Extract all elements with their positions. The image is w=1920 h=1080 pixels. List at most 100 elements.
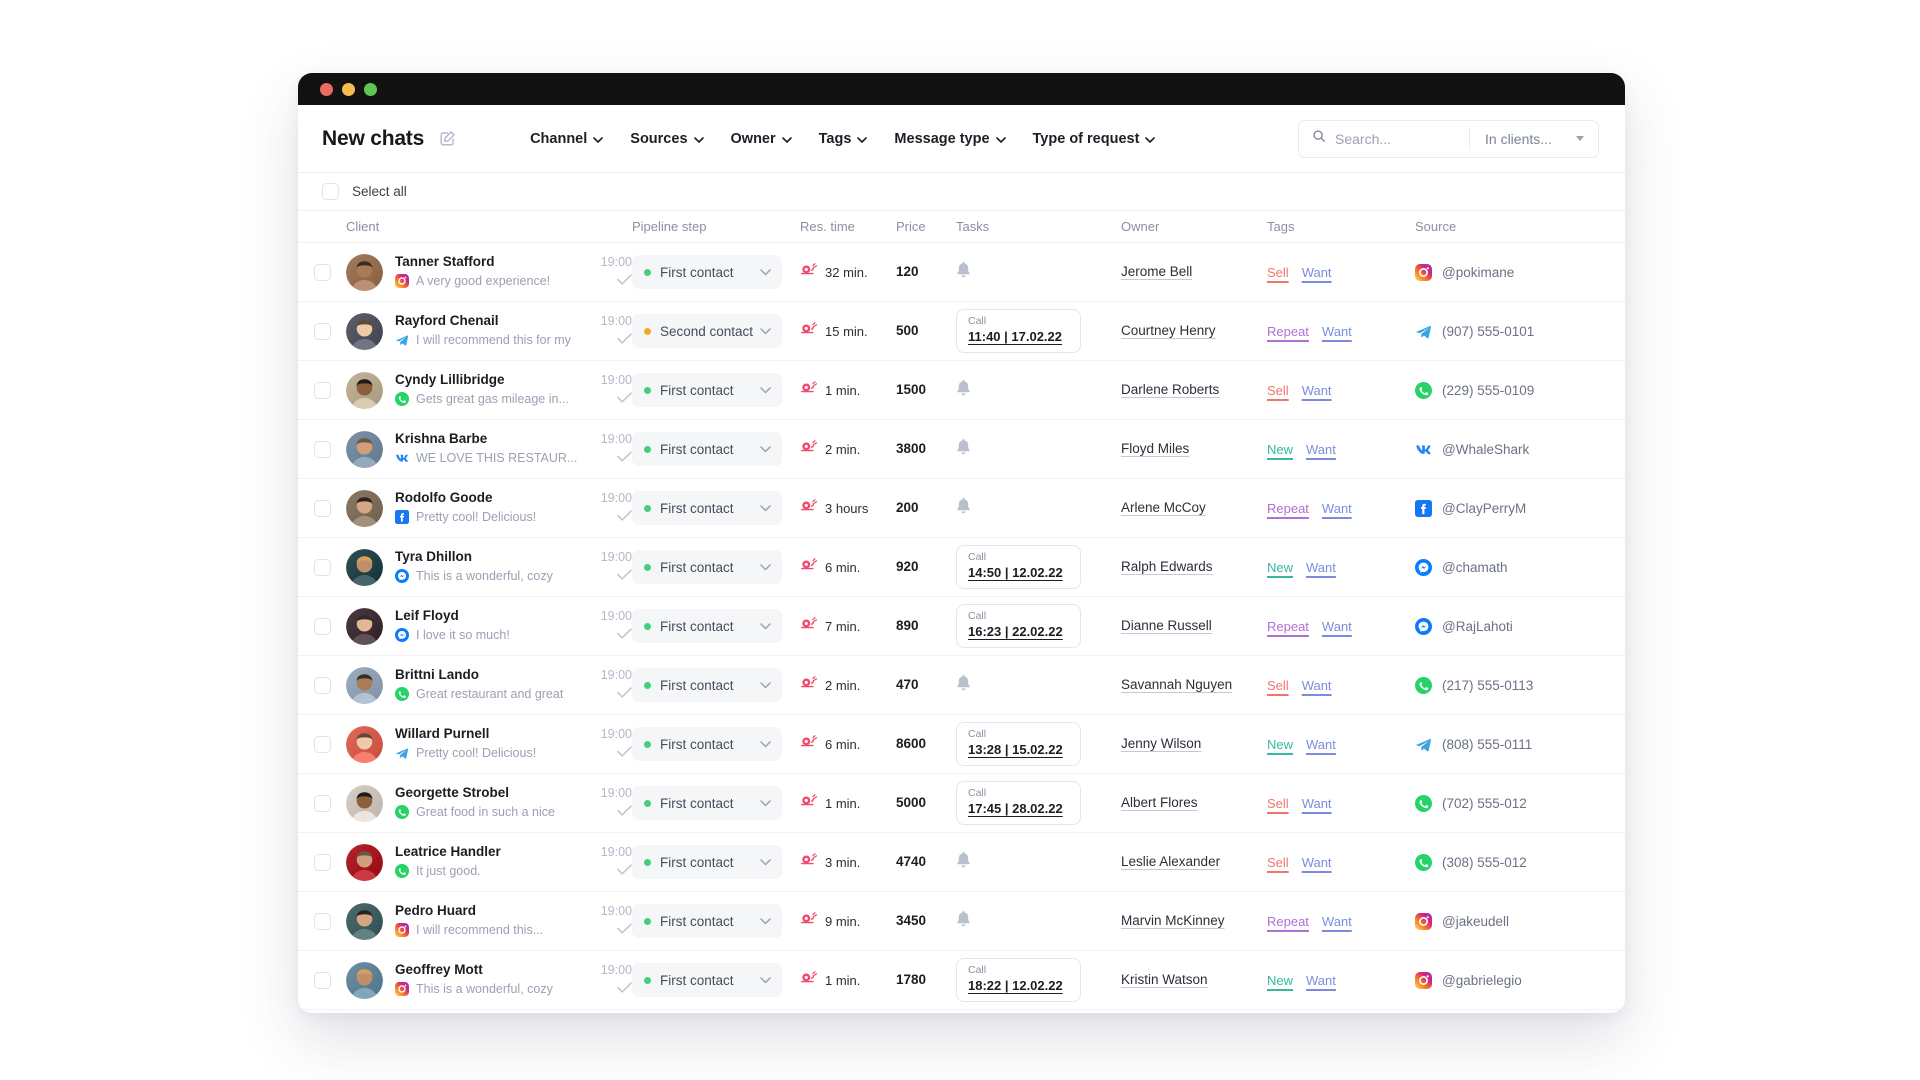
table-row[interactable]: Rayford Chenail 19:00 I will recommend t… (298, 302, 1625, 361)
row-checkbox[interactable] (314, 264, 331, 281)
pipeline-step-select[interactable]: First contact (632, 609, 782, 643)
source-handle[interactable]: (808) 555-0111 (1442, 737, 1532, 752)
row-checkbox[interactable] (314, 795, 331, 812)
owner-name[interactable]: Darlene Roberts (1121, 382, 1219, 397)
owner-name[interactable]: Jenny Wilson (1121, 736, 1201, 751)
window-minimize-button[interactable] (342, 83, 355, 96)
tag-sell[interactable]: Sell (1267, 855, 1289, 870)
pipeline-step-select[interactable]: First contact (632, 845, 782, 879)
tag-want[interactable]: Want (1306, 973, 1336, 988)
pipeline-step-select[interactable]: First contact (632, 668, 782, 702)
bell-icon[interactable] (956, 261, 971, 278)
owner-name[interactable]: Courtney Henry (1121, 323, 1216, 338)
source-handle[interactable]: @WhaleShark (1442, 442, 1529, 457)
row-checkbox[interactable] (314, 736, 331, 753)
tag-new[interactable]: New (1267, 442, 1293, 457)
table-row[interactable]: Willard Purnell 19:00 Pretty cool! Delic… (298, 715, 1625, 774)
bell-icon[interactable] (956, 379, 971, 396)
table-row[interactable]: Tanner Stafford 19:00 A very good experi… (298, 243, 1625, 302)
filter-sources[interactable]: Sources (630, 131, 703, 147)
source-handle[interactable]: @pokimane (1442, 265, 1514, 280)
tag-want[interactable]: Want (1322, 324, 1352, 339)
owner-name[interactable]: Dianne Russell (1121, 618, 1212, 633)
source-handle[interactable]: @gabrielegio (1442, 973, 1522, 988)
task-card[interactable]: Call 13:28 | 15.02.22 (956, 722, 1081, 766)
pipeline-step-select[interactable]: First contact (632, 786, 782, 820)
window-close-button[interactable] (320, 83, 333, 96)
owner-name[interactable]: Jerome Bell (1121, 264, 1192, 279)
owner-name[interactable]: Arlene McCoy (1121, 500, 1206, 515)
task-card[interactable]: Call 14:50 | 12.02.22 (956, 545, 1081, 589)
tag-sell[interactable]: Sell (1267, 678, 1289, 693)
task-card[interactable]: Call 18:22 | 12.02.22 (956, 958, 1081, 1002)
tag-want[interactable]: Want (1302, 383, 1332, 398)
table-row[interactable]: Cyndy Lillibridge 19:00 Gets great gas m… (298, 361, 1625, 420)
pipeline-step-select[interactable]: First contact (632, 963, 782, 997)
tag-want[interactable]: Want (1302, 265, 1332, 280)
tag-want[interactable]: Want (1306, 560, 1336, 575)
pipeline-step-select[interactable]: First contact (632, 432, 782, 466)
tag-want[interactable]: Want (1302, 678, 1332, 693)
table-row[interactable]: Pedro Huard 19:00 I will recommend this.… (298, 892, 1625, 951)
pipeline-step-select[interactable]: First contact (632, 255, 782, 289)
tag-want[interactable]: Want (1306, 737, 1336, 752)
pipeline-step-select[interactable]: Second contact (632, 314, 782, 348)
pipeline-step-select[interactable]: First contact (632, 491, 782, 525)
pipeline-step-select[interactable]: First contact (632, 550, 782, 584)
table-row[interactable]: Geoffrey Mott 19:00 This is a wonderful,… (298, 951, 1625, 1010)
bell-icon[interactable] (956, 674, 971, 691)
row-checkbox[interactable] (314, 382, 331, 399)
row-checkbox[interactable] (314, 913, 331, 930)
filter-message-type[interactable]: Message type (894, 131, 1005, 147)
row-checkbox[interactable] (314, 854, 331, 871)
tag-want[interactable]: Want (1306, 442, 1336, 457)
source-handle[interactable]: @chamath (1442, 560, 1507, 575)
compose-icon[interactable] (437, 128, 458, 149)
tag-want[interactable]: Want (1322, 914, 1352, 929)
source-handle[interactable]: (308) 555-012 (1442, 855, 1527, 870)
task-card[interactable]: Call 17:45 | 28.02.22 (956, 781, 1081, 825)
filter-channel[interactable]: Channel (530, 131, 603, 147)
table-row[interactable]: Georgette Strobel 19:00 Great food in su… (298, 774, 1625, 833)
bell-icon[interactable] (956, 851, 971, 868)
filter-tags[interactable]: Tags (819, 131, 868, 147)
source-handle[interactable]: (702) 555-012 (1442, 796, 1527, 811)
pipeline-step-select[interactable]: First contact (632, 904, 782, 938)
row-checkbox[interactable] (314, 677, 331, 694)
row-checkbox[interactable] (314, 972, 331, 989)
row-checkbox[interactable] (314, 559, 331, 576)
pipeline-step-select[interactable]: First contact (632, 373, 782, 407)
table-row[interactable]: Krishna Barbe 19:00 WE LOVE THIS RESTAUR… (298, 420, 1625, 479)
tag-want[interactable]: Want (1302, 796, 1332, 811)
table-row[interactable]: Rodolfo Goode 19:00 Pretty cool! Delicio… (298, 479, 1625, 538)
tag-repeat[interactable]: Repeat (1267, 914, 1309, 929)
search-input[interactable]: Search... (1299, 121, 1469, 157)
owner-name[interactable]: Albert Flores (1121, 795, 1198, 810)
row-checkbox[interactable] (314, 618, 331, 635)
search-scope-select[interactable]: In clients... (1470, 121, 1598, 157)
tag-want[interactable]: Want (1302, 855, 1332, 870)
tag-repeat[interactable]: Repeat (1267, 619, 1309, 634)
tag-new[interactable]: New (1267, 560, 1293, 575)
window-maximize-button[interactable] (364, 83, 377, 96)
source-handle[interactable]: @ClayPerryM (1442, 501, 1526, 516)
filter-type-of-request[interactable]: Type of request (1033, 131, 1156, 147)
table-row[interactable]: Tyra Dhillon 19:00 This is a wonderful, … (298, 538, 1625, 597)
tag-repeat[interactable]: Repeat (1267, 501, 1309, 516)
tag-new[interactable]: New (1267, 737, 1293, 752)
task-card[interactable]: Call 16:23 | 22.02.22 (956, 604, 1081, 648)
table-row[interactable]: Leif Floyd 19:00 I love it so much! Firs… (298, 597, 1625, 656)
source-handle[interactable]: @jakeudell (1442, 914, 1509, 929)
pipeline-step-select[interactable]: First contact (632, 727, 782, 761)
owner-name[interactable]: Savannah Nguyen (1121, 677, 1232, 692)
select-all-checkbox[interactable] (322, 183, 339, 200)
owner-name[interactable]: Ralph Edwards (1121, 559, 1213, 574)
row-checkbox[interactable] (314, 441, 331, 458)
tag-sell[interactable]: Sell (1267, 383, 1289, 398)
source-handle[interactable]: (907) 555-0101 (1442, 324, 1534, 339)
owner-name[interactable]: Marvin McKinney (1121, 913, 1225, 928)
bell-icon[interactable] (956, 497, 971, 514)
tag-new[interactable]: New (1267, 973, 1293, 988)
owner-name[interactable]: Leslie Alexander (1121, 854, 1220, 869)
owner-name[interactable]: Floyd Miles (1121, 441, 1189, 456)
